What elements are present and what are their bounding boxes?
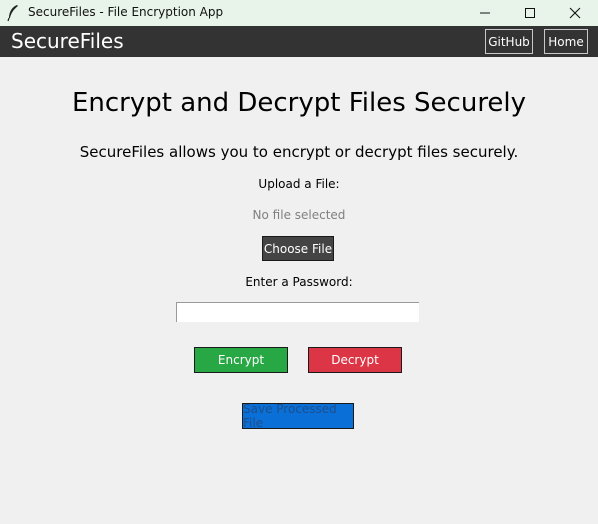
close-button[interactable] xyxy=(552,0,598,26)
minimize-button[interactable] xyxy=(462,0,508,26)
app-header: SecureFiles GitHub Home xyxy=(0,26,598,57)
encrypt-button[interactable]: Encrypt xyxy=(194,347,288,373)
upload-label: Upload a File: xyxy=(258,177,340,191)
password-input[interactable] xyxy=(176,302,419,322)
save-processed-file-button[interactable]: Save Processed File xyxy=(242,402,354,430)
maximize-button[interactable] xyxy=(507,0,553,26)
minimize-icon xyxy=(479,7,491,19)
github-button[interactable]: GitHub xyxy=(485,29,533,54)
page-heading: Encrypt and Decrypt Files Securely xyxy=(71,88,527,118)
maximize-icon xyxy=(524,7,536,19)
window-title: SecureFiles - File Encryption App xyxy=(28,5,224,19)
window-title-bar: SecureFiles - File Encryption App xyxy=(0,0,598,26)
brand-title: SecureFiles xyxy=(11,29,124,53)
choose-file-button[interactable]: Choose File xyxy=(262,236,334,261)
page-subtitle: SecureFiles allows you to encrypt or dec… xyxy=(79,143,519,161)
home-button[interactable]: Home xyxy=(544,29,588,54)
decrypt-button[interactable]: Decrypt xyxy=(308,347,402,373)
password-label: Enter a Password: xyxy=(245,275,353,289)
feather-icon xyxy=(6,4,20,22)
file-status-text: No file selected xyxy=(252,208,346,222)
close-icon xyxy=(569,7,581,19)
